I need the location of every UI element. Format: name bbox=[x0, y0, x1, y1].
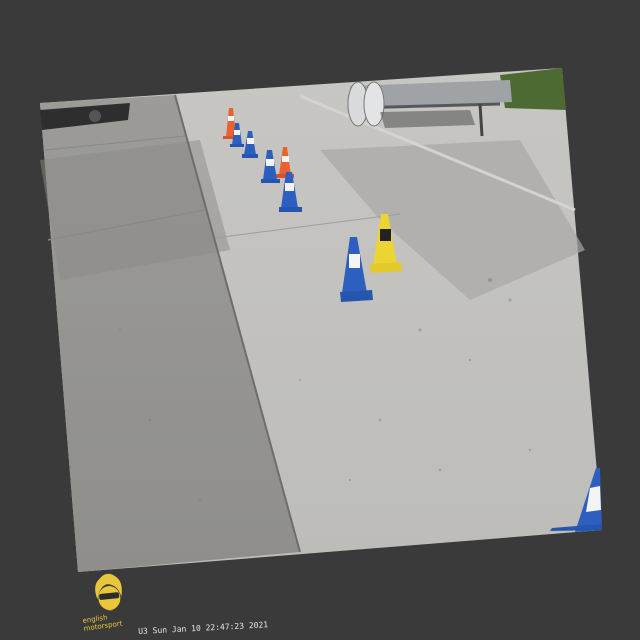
photo-frame bbox=[40, 68, 602, 572]
photo-scene bbox=[40, 68, 602, 572]
car-wheel bbox=[89, 110, 101, 122]
